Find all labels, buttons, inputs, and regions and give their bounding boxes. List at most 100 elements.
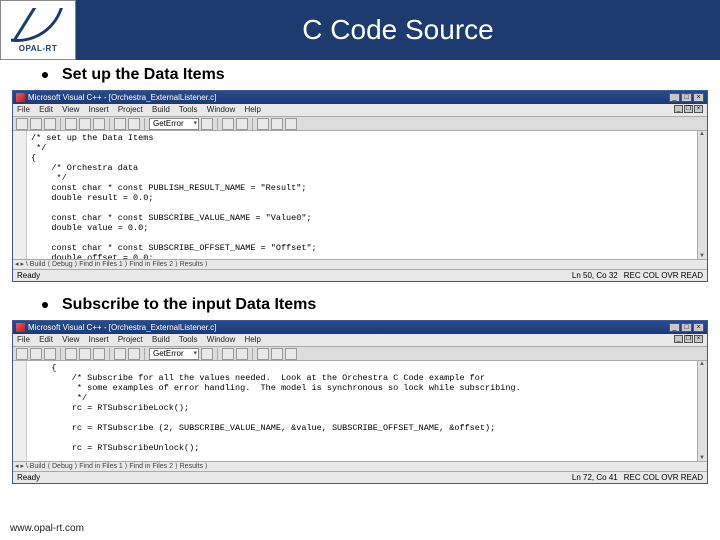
tb-undo-icon[interactable] [114, 348, 126, 360]
menu-window[interactable]: Window [207, 335, 235, 344]
bullet-2: Subscribe to the input Data Items [0, 290, 720, 320]
menu-view[interactable]: View [62, 105, 79, 114]
tb-undo-icon[interactable] [114, 118, 126, 130]
tb-separator [217, 348, 218, 360]
tb-find-combo[interactable]: GetError [149, 348, 199, 360]
tb-cut-icon[interactable] [65, 118, 77, 130]
tb-separator [109, 118, 110, 130]
bullet-1: Set up the Data Items [0, 60, 720, 90]
ide-screenshot-1: Microsoft Visual C++ - [Orchestra_Extern… [12, 90, 708, 282]
mdi-restore-icon[interactable]: ❐ [684, 335, 693, 343]
tb-copy-icon[interactable] [79, 348, 91, 360]
tb-stop-icon[interactable] [236, 348, 248, 360]
vc-app-icon [16, 323, 25, 332]
maximize-icon[interactable]: □ [681, 93, 692, 102]
close-icon[interactable]: × [693, 93, 704, 102]
ide2-bottom-tabs[interactable]: ◂ ▸ \ Build ⟨ Debug ⟩ Find in Files 1 ⟩ … [13, 461, 707, 471]
tb-step-icon[interactable] [285, 118, 297, 130]
ide2-code[interactable]: { /* Subscribe for all the values needed… [27, 361, 697, 461]
tb-separator [60, 118, 61, 130]
menu-file[interactable]: File [17, 105, 30, 114]
tb-paste-icon[interactable] [93, 348, 105, 360]
menu-insert[interactable]: Insert [89, 335, 109, 344]
ide2-mdi-buttons: _ ❐ × [674, 335, 703, 343]
ide2-menubar: File Edit View Insert Project Build Tool… [13, 334, 707, 346]
tb-step-icon[interactable] [257, 348, 269, 360]
status-pos: Ln 50, Co 32 [572, 271, 618, 280]
bullet-2-text: Subscribe to the input Data Items [62, 296, 316, 314]
status-pos: Ln 72, Co 41 [572, 473, 618, 482]
minimize-icon[interactable]: _ [669, 93, 680, 102]
menu-view[interactable]: View [62, 335, 79, 344]
ide2-toolbar: GetError [13, 346, 707, 361]
tb-separator [109, 348, 110, 360]
tb-find-icon[interactable] [201, 118, 213, 130]
vertical-scrollbar[interactable] [697, 361, 707, 461]
menu-help[interactable]: Help [244, 335, 260, 344]
menu-project[interactable]: Project [118, 105, 143, 114]
tb-step-icon[interactable] [271, 118, 283, 130]
tb-step-icon[interactable] [285, 348, 297, 360]
tb-open-icon[interactable] [30, 118, 42, 130]
menu-build[interactable]: Build [152, 335, 170, 344]
ide1-statusbar: Ready Ln 50, Co 32 REC COL OVR READ [13, 269, 707, 281]
ide1-title-text: Microsoft Visual C++ - [Orchestra_Extern… [28, 93, 216, 102]
gutter [13, 361, 27, 461]
tb-step-icon[interactable] [257, 118, 269, 130]
tb-separator [144, 118, 145, 130]
ide1-code[interactable]: /* set up the Data Items */ { /* Orchest… [27, 131, 697, 259]
tb-step-icon[interactable] [271, 348, 283, 360]
ide1-titlebar: Microsoft Visual C++ - [Orchestra_Extern… [13, 91, 707, 104]
tb-build-icon[interactable] [222, 348, 234, 360]
tb-save-icon[interactable] [44, 348, 56, 360]
mdi-minimize-icon[interactable]: _ [674, 105, 683, 113]
tb-open-icon[interactable] [30, 348, 42, 360]
tb-separator [217, 118, 218, 130]
mdi-minimize-icon[interactable]: _ [674, 335, 683, 343]
ide1-bottom-tabs[interactable]: ◂ ▸ \ Build ⟨ Debug ⟩ Find in Files 1 ⟩ … [13, 259, 707, 269]
tb-paste-icon[interactable] [93, 118, 105, 130]
menu-build[interactable]: Build [152, 105, 170, 114]
ide1-editor: /* set up the Data Items */ { /* Orchest… [13, 131, 707, 259]
mdi-close-icon[interactable]: × [694, 105, 703, 113]
tb-build-icon[interactable] [222, 118, 234, 130]
ide2-title-text: Microsoft Visual C++ - [Orchestra_Extern… [28, 323, 216, 332]
tb-save-icon[interactable] [44, 118, 56, 130]
ide-screenshot-2: Microsoft Visual C++ - [Orchestra_Extern… [12, 320, 708, 484]
tb-redo-icon[interactable] [128, 118, 140, 130]
tb-find-icon[interactable] [201, 348, 213, 360]
menu-help[interactable]: Help [244, 105, 260, 114]
tb-new-icon[interactable] [16, 118, 28, 130]
footer-url: www.opal-rt.com [10, 523, 84, 534]
tb-redo-icon[interactable] [128, 348, 140, 360]
opal-rt-logo: OPAL-RT [0, 0, 76, 60]
maximize-icon[interactable]: □ [681, 323, 692, 332]
ide2-window-buttons: _ □ × [669, 323, 704, 332]
mdi-restore-icon[interactable]: ❐ [684, 105, 693, 113]
menu-edit[interactable]: Edit [39, 335, 53, 344]
vertical-scrollbar[interactable] [697, 131, 707, 259]
menu-project[interactable]: Project [118, 335, 143, 344]
status-ready: Ready [17, 271, 40, 280]
page-title: C Code Source [302, 14, 493, 46]
menu-tools[interactable]: Tools [179, 105, 198, 114]
ide1-window-buttons: _ □ × [669, 93, 704, 102]
menu-file[interactable]: File [17, 335, 30, 344]
menu-edit[interactable]: Edit [39, 105, 53, 114]
ide1-toolbar: GetError [13, 116, 707, 131]
vc-app-icon [16, 93, 25, 102]
tb-find-combo[interactable]: GetError [149, 118, 199, 130]
menu-insert[interactable]: Insert [89, 105, 109, 114]
tb-copy-icon[interactable] [79, 118, 91, 130]
status-ready: Ready [17, 473, 40, 482]
tb-cut-icon[interactable] [65, 348, 77, 360]
tb-stop-icon[interactable] [236, 118, 248, 130]
bullet-1-text: Set up the Data Items [62, 66, 225, 84]
logo-graphic [11, 8, 65, 42]
menu-tools[interactable]: Tools [179, 335, 198, 344]
menu-window[interactable]: Window [207, 105, 235, 114]
minimize-icon[interactable]: _ [669, 323, 680, 332]
mdi-close-icon[interactable]: × [694, 335, 703, 343]
close-icon[interactable]: × [693, 323, 704, 332]
tb-new-icon[interactable] [16, 348, 28, 360]
